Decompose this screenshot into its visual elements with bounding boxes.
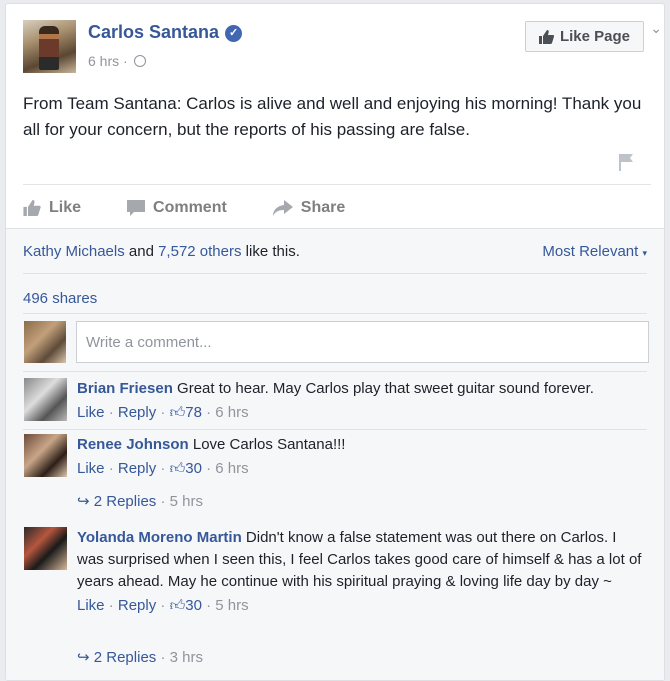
- like-label: Like: [49, 199, 82, 216]
- post-text: From Team Santana: Carlos is alive and w…: [23, 94, 642, 139]
- caret-icon: ▾: [642, 248, 647, 258]
- shares-link[interactable]: 496 shares: [23, 290, 97, 307]
- like-page-button[interactable]: Like Page: [525, 21, 644, 52]
- comment-time[interactable]: 6 hrs: [215, 460, 248, 477]
- commenter-avatar[interactable]: [24, 378, 67, 421]
- thumbs-up-icon[interactable]: 👍︎: [170, 404, 186, 421]
- comment-like-link[interactable]: Like: [77, 460, 105, 477]
- thumbs-up-icon: [23, 200, 41, 216]
- comment-text: Love Carlos Santana!!!: [192, 436, 346, 453]
- reply-arrow-icon: ↪: [77, 493, 90, 510]
- viewer-avatar: [24, 321, 66, 363]
- comment-like-count[interactable]: 78: [185, 404, 202, 421]
- share-action[interactable]: Share: [272, 199, 346, 217]
- like-page-label: Like Page: [559, 28, 631, 45]
- reaction-name-link[interactable]: Kathy Michaels: [23, 243, 125, 260]
- commenter-avatar[interactable]: [24, 527, 67, 570]
- share-label: Share: [300, 199, 346, 216]
- view-replies-link[interactable]: ↪ 2 Replies · 5 hrs: [77, 492, 203, 510]
- divider: [23, 429, 647, 430]
- like-action[interactable]: Like: [23, 199, 81, 217]
- share-arrow-icon: [272, 200, 293, 216]
- chevron-down-icon[interactable]: ⌄: [650, 20, 662, 37]
- sort-dropdown[interactable]: Most Relevant ▾: [542, 243, 647, 260]
- comment-text: Great to hear. May Carlos play that swee…: [177, 380, 594, 397]
- comment-action[interactable]: Comment: [127, 199, 227, 217]
- divider: [23, 273, 647, 274]
- reaction-summary: Kathy Michaels and 7,572 others like thi…: [23, 243, 647, 260]
- flag-icon[interactable]: [618, 153, 634, 171]
- post-time[interactable]: 6 hrs: [88, 53, 119, 69]
- comment-like-count[interactable]: 30: [185, 460, 202, 477]
- comment-reply-link[interactable]: Reply: [118, 460, 156, 477]
- post-header: Carlos Santana ✓ 6 hrs · Like Page ⌄: [23, 20, 662, 80]
- author-avatar[interactable]: [23, 20, 76, 73]
- thumbs-up-icon: [538, 29, 554, 44]
- thumbs-up-icon[interactable]: 👍︎: [170, 460, 186, 477]
- comment-time[interactable]: 5 hrs: [215, 597, 248, 614]
- commenter-name[interactable]: Brian Friesen: [77, 380, 173, 397]
- divider: [23, 313, 647, 314]
- divider: [23, 371, 647, 372]
- comment-like-count[interactable]: 30: [185, 597, 202, 614]
- commenter-name[interactable]: Yolanda Moreno Martin: [77, 529, 242, 546]
- comment-time[interactable]: 6 hrs: [215, 404, 248, 421]
- commenter-avatar[interactable]: [24, 434, 67, 477]
- author-name[interactable]: Carlos Santana: [88, 22, 219, 42]
- divider: [23, 184, 651, 185]
- comment-icon: [127, 200, 146, 216]
- reply-arrow-icon: ↪: [77, 649, 90, 666]
- post-actions: Like Comment Share: [23, 189, 651, 227]
- comment-label: Comment: [153, 199, 227, 216]
- post-card: Carlos Santana ✓ 6 hrs · Like Page ⌄ From…: [5, 3, 665, 681]
- comment-like-link[interactable]: Like: [77, 597, 105, 614]
- feedback-section: Kathy Michaels and 7,572 others like thi…: [6, 228, 664, 680]
- commenter-name[interactable]: Renee Johnson: [77, 436, 189, 453]
- comment-input[interactable]: Write a comment...: [76, 321, 649, 363]
- view-replies-link[interactable]: ↪ 2 Replies · 3 hrs: [77, 648, 203, 666]
- thumbs-up-icon[interactable]: 👍︎: [170, 597, 186, 614]
- comment-like-link[interactable]: Like: [77, 404, 105, 421]
- comment-reply-link[interactable]: Reply: [118, 597, 156, 614]
- globe-icon: [133, 55, 146, 67]
- comment-reply-link[interactable]: Reply: [118, 404, 156, 421]
- verified-badge-icon: ✓: [225, 25, 243, 42]
- reaction-others-link[interactable]: 7,572 others: [158, 243, 241, 260]
